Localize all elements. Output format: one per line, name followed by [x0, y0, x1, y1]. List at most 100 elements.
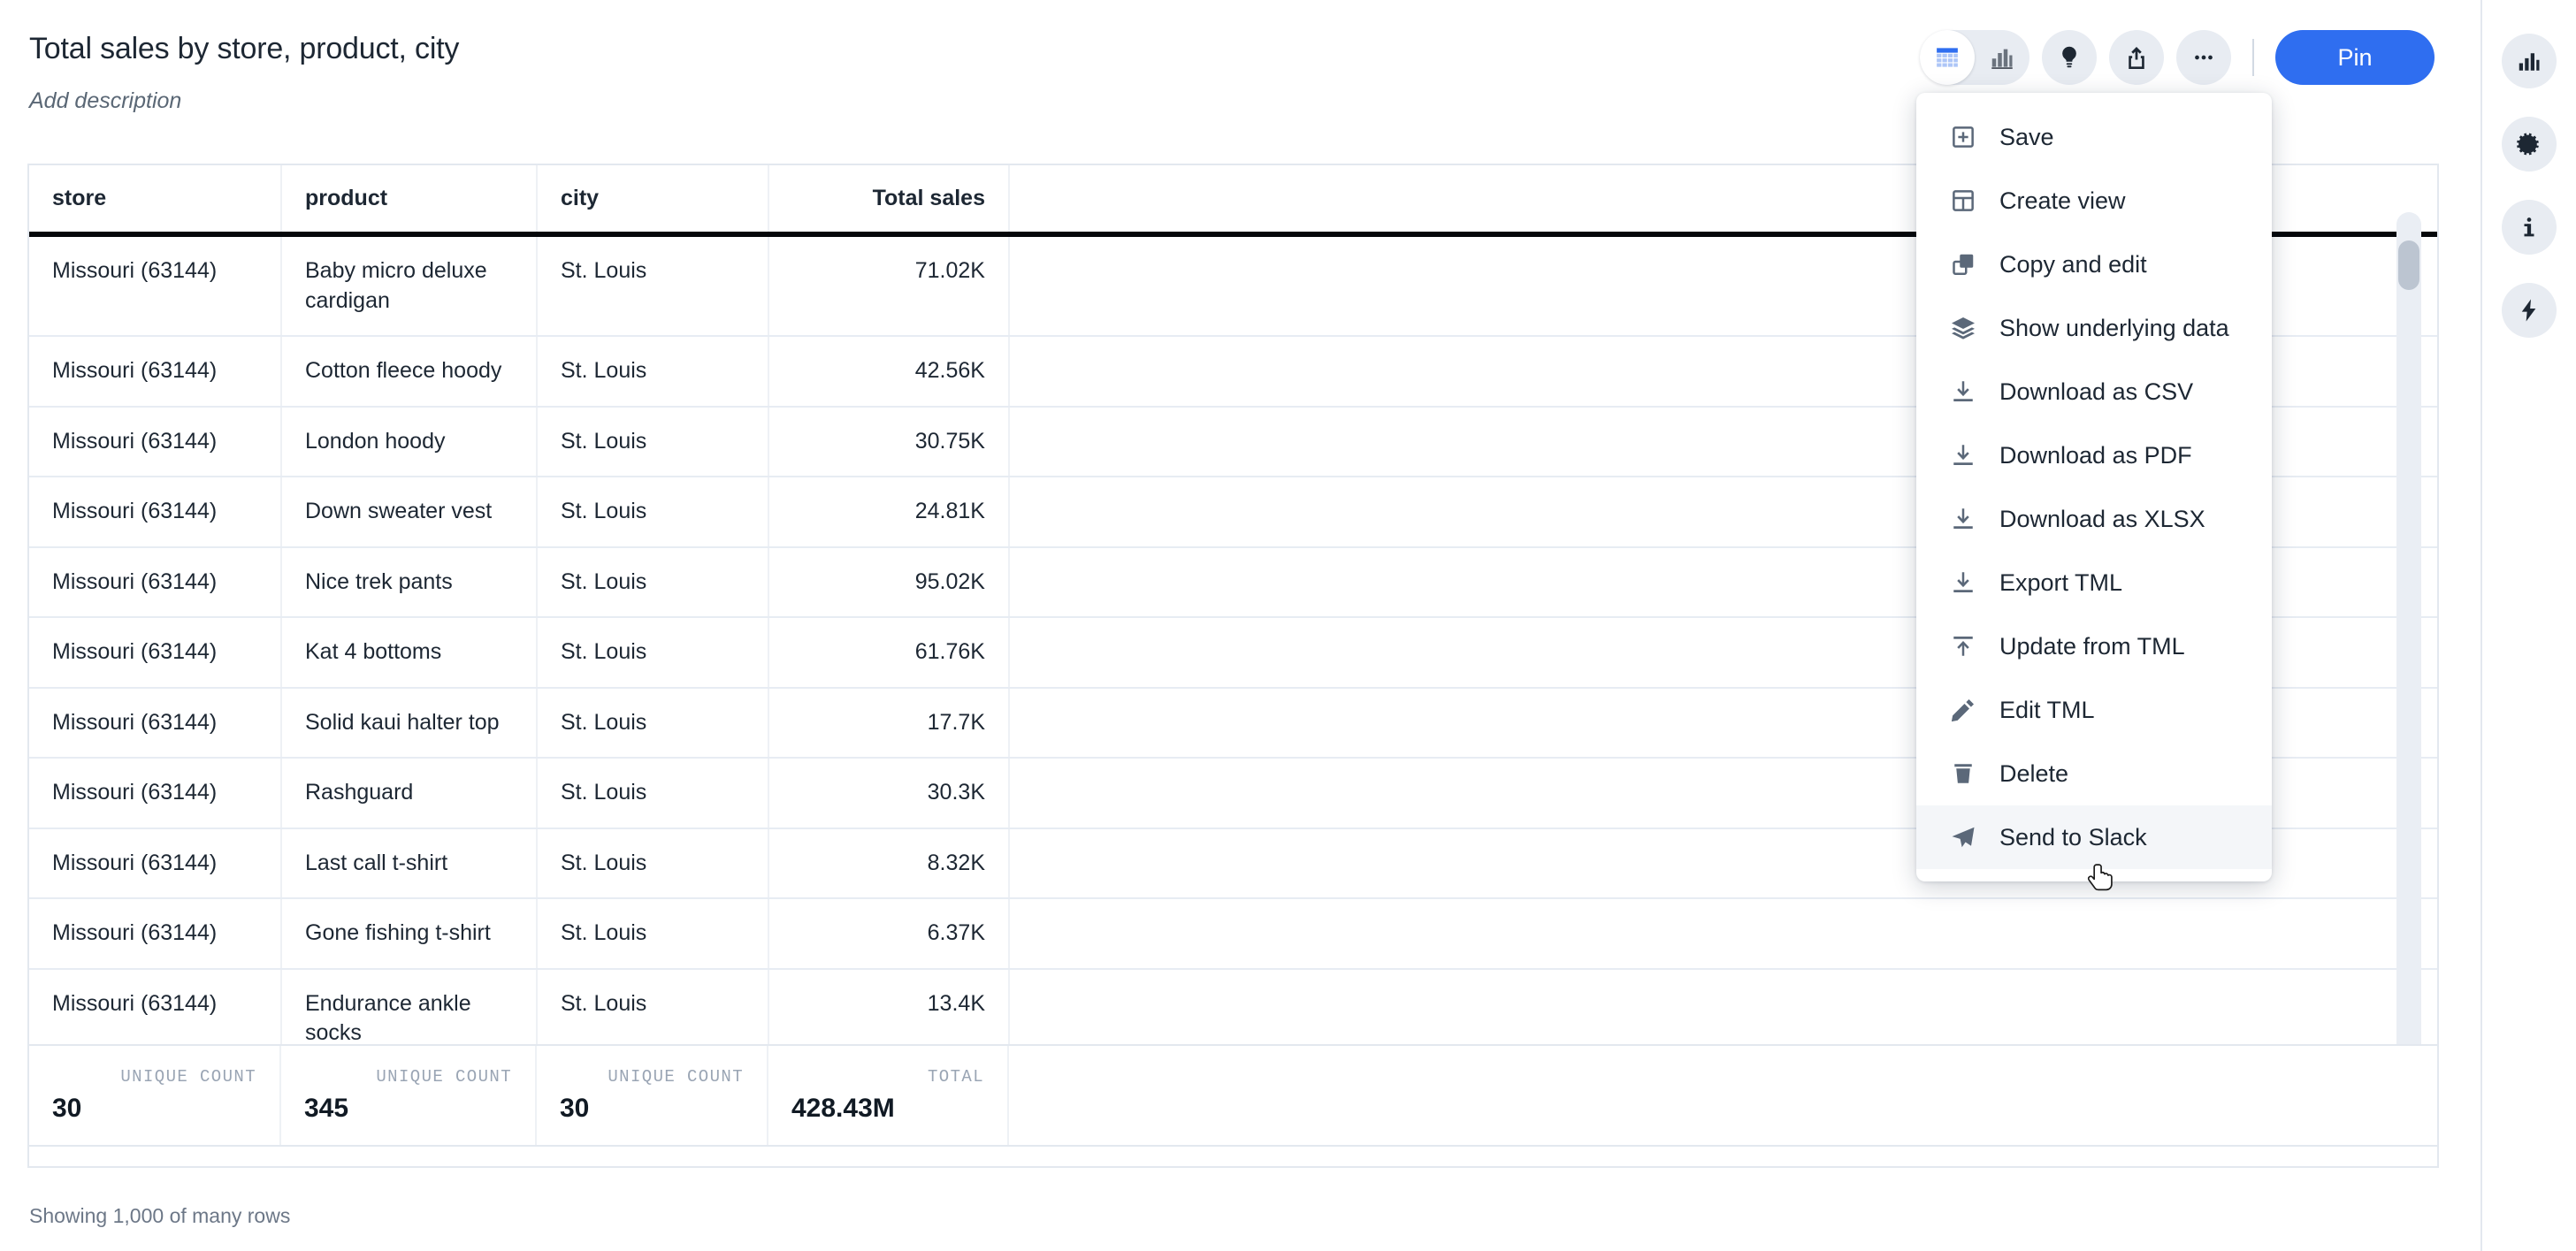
- cell-total-sales[interactable]: 30.3K: [768, 758, 1010, 829]
- menu-item-label: Update from TML: [1999, 632, 2185, 660]
- cell-city[interactable]: St. Louis: [537, 234, 769, 337]
- cell-product[interactable]: Kat 4 bottoms: [281, 617, 538, 689]
- pin-button[interactable]: Pin: [2275, 30, 2435, 85]
- cell-total-sales[interactable]: 24.81K: [768, 477, 1010, 548]
- cell-city[interactable]: St. Louis: [537, 546, 769, 618]
- cell-product[interactable]: Down sweater vest: [281, 477, 538, 548]
- share-icon: [2129, 47, 2144, 69]
- menu-item-label: Download as PDF: [1999, 441, 2192, 469]
- menu-item-show-underlying-data[interactable]: Show underlying data: [1916, 296, 2272, 360]
- cell-city[interactable]: St. Louis: [537, 336, 769, 408]
- menu-item-update-from-tml[interactable]: Update from TML: [1916, 614, 2272, 678]
- column-header-city[interactable]: city: [537, 165, 769, 234]
- table-scrollbar-track[interactable]: [2396, 212, 2421, 1096]
- more-options-button[interactable]: [2176, 30, 2231, 85]
- cell-store[interactable]: Missouri (63144): [29, 898, 282, 970]
- table-scrollbar-thumb[interactable]: [2398, 240, 2419, 290]
- cell-city[interactable]: St. Louis: [537, 687, 769, 759]
- cell-product[interactable]: Nice trek pants: [281, 546, 538, 618]
- summary-value: 428.43M: [791, 1094, 895, 1123]
- menu-item-download-as-pdf[interactable]: Download as PDF: [1916, 423, 2272, 487]
- cell-city[interactable]: St. Louis: [537, 406, 769, 477]
- menu-item-label: Show underlying data: [1999, 314, 2229, 341]
- table-icon: [1937, 48, 1958, 67]
- cell-store[interactable]: Missouri (63144): [29, 546, 282, 618]
- cell-total-sales[interactable]: 8.32K: [768, 828, 1010, 899]
- download-icon: [1950, 442, 1976, 469]
- bar-chart-icon: [2519, 53, 2540, 71]
- cell-total-sales[interactable]: 71.02K: [768, 234, 1010, 337]
- download-icon: [1950, 506, 1976, 532]
- cell-city[interactable]: St. Louis: [537, 758, 769, 829]
- cell-store[interactable]: Missouri (63144): [29, 406, 282, 477]
- toolbar-divider: [2252, 39, 2254, 76]
- cell-store[interactable]: Missouri (63144): [29, 617, 282, 689]
- column-header-store[interactable]: store: [29, 165, 282, 234]
- cell-city[interactable]: St. Louis: [537, 477, 769, 548]
- menu-item-download-as-csv[interactable]: Download as CSV: [1916, 360, 2272, 423]
- menu-item-label: Delete: [1999, 759, 2069, 787]
- menu-item-label: Download as XLSX: [1999, 505, 2205, 532]
- sidebar-item-chart-config[interactable]: [2502, 34, 2557, 88]
- menu-item-label: Edit TML: [1999, 696, 2095, 723]
- sidebar-item-actions[interactable]: [2502, 283, 2557, 338]
- menu-item-label: Create view: [1999, 187, 2126, 214]
- cell-city[interactable]: St. Louis: [537, 617, 769, 689]
- sage-answer-page: Total sales by store, product, city Add …: [0, 0, 2576, 1251]
- cell-product[interactable]: Gone fishing t-shirt: [281, 898, 538, 970]
- cell-total-sales[interactable]: 30.75K: [768, 406, 1010, 477]
- menu-item-label: Send to Slack: [1999, 823, 2147, 851]
- insights-button[interactable]: [2042, 30, 2097, 85]
- menu-item-label: Copy and edit: [1999, 250, 2147, 278]
- page-description[interactable]: Add description: [29, 88, 181, 114]
- cell-store[interactable]: Missouri (63144): [29, 828, 282, 899]
- cell-blank: [1009, 898, 2437, 970]
- cell-total-sales[interactable]: 61.76K: [768, 617, 1010, 689]
- chart-view-toggle[interactable]: [1975, 30, 2029, 85]
- menu-item-download-as-xlsx[interactable]: Download as XLSX: [1916, 487, 2272, 551]
- cell-product[interactable]: London hoody: [281, 406, 538, 477]
- cell-city[interactable]: St. Louis: [537, 898, 769, 970]
- cell-product[interactable]: Baby micro deluxe cardigan: [281, 234, 538, 337]
- cell-store[interactable]: Missouri (63144): [29, 758, 282, 829]
- bolt-icon: [2521, 299, 2536, 322]
- menu-item-export-tml[interactable]: Export TML: [1916, 551, 2272, 614]
- menu-item-delete[interactable]: Delete: [1916, 742, 2272, 805]
- table-summary-row: UNIQUE COUNT 30 UNIQUE COUNT 345 UNIQUE COUN…: [27, 1044, 2439, 1147]
- cell-product[interactable]: Cotton fleece hoody: [281, 336, 538, 408]
- cell-store[interactable]: Missouri (63144): [29, 234, 282, 337]
- column-header-total-sales[interactable]: Total sales: [768, 165, 1010, 234]
- view-toggle-group: [1920, 30, 2029, 85]
- cell-product[interactable]: Rashguard: [281, 758, 538, 829]
- column-header-product[interactable]: product: [281, 165, 538, 234]
- menu-item-send-to-slack[interactable]: Send to Slack: [1916, 805, 2272, 869]
- cell-product[interactable]: Last call t-shirt: [281, 828, 538, 899]
- cell-total-sales[interactable]: 17.7K: [768, 687, 1010, 759]
- summary-label: UNIQUE COUNT: [376, 1067, 512, 1087]
- sidebar-item-settings[interactable]: [2502, 117, 2557, 172]
- cell-store[interactable]: Missouri (63144): [29, 477, 282, 548]
- menu-item-save[interactable]: Save: [1916, 105, 2272, 169]
- menu-item-create-view[interactable]: Create view: [1916, 169, 2272, 233]
- cell-store[interactable]: Missouri (63144): [29, 336, 282, 408]
- summary-cell-store: UNIQUE COUNT 30: [29, 1046, 281, 1145]
- sidebar-item-info[interactable]: [2502, 200, 2557, 255]
- summary-cell-product: UNIQUE COUNT 345: [281, 1046, 537, 1145]
- gear-icon: [2517, 133, 2539, 156]
- pencil-icon: [1950, 697, 1976, 723]
- summary-label: TOTAL: [927, 1067, 984, 1087]
- menu-item-copy-and-edit[interactable]: Copy and edit: [1916, 233, 2272, 296]
- table-row[interactable]: Missouri (63144) Gone fishing t-shirt St. …: [29, 898, 2437, 970]
- cell-total-sales[interactable]: 6.37K: [768, 898, 1010, 970]
- cell-product[interactable]: Solid kaui halter top: [281, 687, 538, 759]
- more-options-menu: Save Create view Copy and edit Show underly…: [1916, 93, 2272, 881]
- cell-total-sales[interactable]: 42.56K: [768, 336, 1010, 408]
- menu-item-edit-tml[interactable]: Edit TML: [1916, 678, 2272, 742]
- share-button[interactable]: [2109, 30, 2164, 85]
- cell-store[interactable]: Missouri (63144): [29, 687, 282, 759]
- table-view-toggle[interactable]: [1920, 30, 1975, 85]
- trash-icon: [1950, 760, 1976, 787]
- cell-total-sales[interactable]: 95.02K: [768, 546, 1010, 618]
- page-title: Total sales by store, product, city: [29, 32, 460, 65]
- cell-city[interactable]: St. Louis: [537, 828, 769, 899]
